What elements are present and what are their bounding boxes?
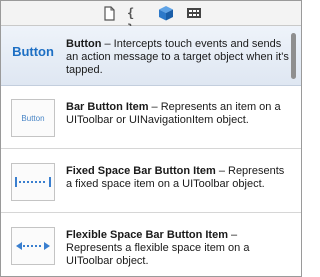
file-template-library-tab[interactable] [100, 5, 118, 21]
object-library-panel: { } [0, 0, 302, 277]
list-item-flexible-space[interactable]: Flexible Space Bar Button Item – Represe… [1, 217, 301, 276]
item-title: Fixed Space Bar Button Item [66, 165, 216, 177]
fixed-space-thumbnail [11, 163, 55, 201]
document-icon [100, 5, 118, 21]
vertical-scrollbar[interactable] [291, 33, 296, 79]
title-separator: – [148, 101, 161, 113]
code-snippet-library-tab[interactable]: { } [127, 5, 145, 36]
title-separator: – [227, 229, 238, 241]
bar-button-item-thumbnail: Button [11, 99, 55, 137]
title-separator: – [215, 165, 228, 177]
list-item-fixed-space[interactable]: Fixed Space Bar Button Item – Represents… [1, 153, 301, 213]
item-description: Button – Intercepts touch events and sen… [66, 38, 290, 77]
item-description: Bar Button Item – Represents an item on … [66, 101, 290, 127]
flexible-space-thumbnail [11, 227, 55, 265]
film-icon [185, 5, 203, 21]
title-separator: – [101, 38, 114, 50]
item-text: Represents a flexible space item on a UI… [66, 242, 250, 267]
thumbnail-label: Button [21, 113, 45, 123]
fixed-space-icon [15, 177, 51, 187]
object-library-tab[interactable] [157, 5, 175, 21]
list-item-button[interactable]: Button Button – Intercepts touch events … [1, 26, 301, 86]
cube-icon [157, 5, 175, 21]
item-title: Bar Button Item [66, 101, 149, 113]
button-thumbnail: Button [12, 44, 54, 59]
item-description: Fixed Space Bar Button Item – Represents… [66, 165, 290, 191]
media-library-tab[interactable] [185, 5, 203, 21]
list-item-bar-button-item[interactable]: Button Bar Button Item – Represents an i… [1, 89, 301, 149]
item-title: Button [66, 38, 102, 50]
flexible-space-icon [16, 242, 50, 250]
library-tab-bar: { } [1, 1, 301, 36]
item-title: Flexible Space Bar Button Item [66, 229, 228, 241]
item-description: Flexible Space Bar Button Item – Represe… [66, 229, 290, 268]
